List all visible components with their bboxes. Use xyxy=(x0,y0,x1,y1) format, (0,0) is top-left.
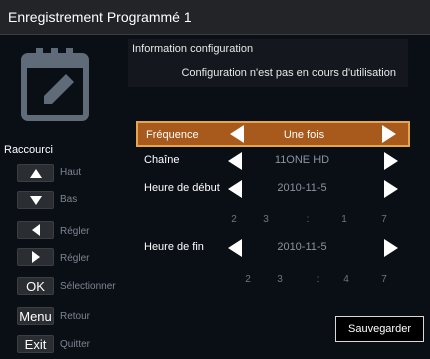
end-time-separator: : xyxy=(316,274,320,285)
key-right-button[interactable] xyxy=(17,248,54,266)
key-menu-button[interactable]: Menu xyxy=(17,307,54,325)
channel-value: 11ONE HD xyxy=(274,154,330,166)
start-label: Heure de début xyxy=(144,182,220,194)
shortcut-label-menu: Retour xyxy=(60,311,91,322)
key-up-button[interactable] xyxy=(17,164,54,182)
info-panel: Information configuration Configuration … xyxy=(128,39,408,87)
arrow-up-icon xyxy=(29,168,42,178)
start-minute-units[interactable]: 7 xyxy=(378,214,390,225)
key-ok-button[interactable]: OK xyxy=(17,277,54,295)
end-hour-units[interactable]: 3 xyxy=(274,274,286,285)
calendar-edit-icon xyxy=(21,48,89,121)
start-time-separator: : xyxy=(306,214,310,225)
frequency-next-arrow-icon[interactable] xyxy=(382,125,396,143)
window-title: Enregistrement Programmé 1 xyxy=(8,9,192,25)
start-date-row[interactable]: Heure de début 2010-11-5 xyxy=(136,176,410,202)
shortcut-label-right: Régler xyxy=(60,253,90,264)
end-label: Heure de fin xyxy=(144,241,204,253)
info-message: Configuration n'est pas en cours d'utili… xyxy=(181,67,396,79)
shortcut-label-up: Haut xyxy=(60,167,82,178)
start-next-arrow-icon[interactable] xyxy=(384,180,398,198)
end-hour-tens[interactable]: 2 xyxy=(242,274,254,285)
info-title: Information configuration xyxy=(132,43,254,55)
frequency-row[interactable]: Fréquence Une fois xyxy=(136,121,410,147)
start-hour-units[interactable]: 3 xyxy=(260,214,272,225)
arrow-down-icon xyxy=(29,195,42,205)
end-date-value: 2010-11-5 xyxy=(277,241,327,253)
shortcut-label-ok: Sélectionner xyxy=(60,281,116,292)
shortcut-label-left: Régler xyxy=(60,226,90,237)
end-minute-tens[interactable]: 4 xyxy=(340,274,352,285)
frequency-label: Fréquence xyxy=(146,129,199,141)
end-next-arrow-icon[interactable] xyxy=(384,239,398,257)
start-date-value: 2010-11-5 xyxy=(277,182,327,194)
save-button[interactable]: Sauvegarder xyxy=(335,316,424,342)
arrow-right-icon xyxy=(31,251,40,263)
end-date-row[interactable]: Heure de fin 2010-11-5 xyxy=(136,235,410,261)
shortcut-title: Raccourci xyxy=(4,144,53,156)
channel-label: Chaîne xyxy=(144,154,180,166)
key-down-button[interactable] xyxy=(17,191,54,209)
start-hour-tens[interactable]: 2 xyxy=(228,214,240,225)
key-left-button[interactable] xyxy=(17,221,54,239)
shortcut-label-down: Bas xyxy=(60,194,78,205)
shortcut-label-exit: Quitter xyxy=(60,339,91,350)
end-minute-units[interactable]: 7 xyxy=(378,274,390,285)
channel-next-arrow-icon[interactable] xyxy=(384,152,398,170)
title-bar: Enregistrement Programmé 1 xyxy=(0,0,430,35)
key-exit-button[interactable]: Exit xyxy=(17,335,54,353)
start-time-digits[interactable]: 2 3 : 1 7 xyxy=(228,214,408,228)
end-time-digits[interactable]: 2 3 : 4 7 xyxy=(228,274,408,288)
arrow-left-icon xyxy=(31,224,40,236)
start-minute-tens[interactable]: 1 xyxy=(338,214,350,225)
frequency-value: Une fois xyxy=(283,129,325,141)
channel-row[interactable]: Chaîne 11ONE HD xyxy=(136,148,410,174)
